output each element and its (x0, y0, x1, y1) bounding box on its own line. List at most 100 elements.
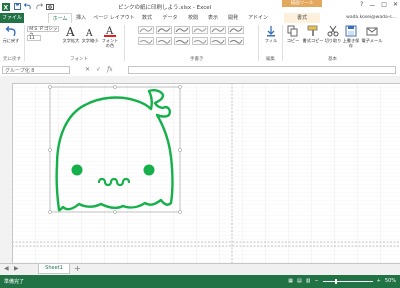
undo-large-button[interactable]: 元に戻す (2, 25, 20, 43)
formula-buttons: ✕ ✓ fx (85, 66, 113, 73)
basic-group-label: 基本 (328, 57, 337, 62)
fill-button[interactable]: フィル (262, 25, 280, 43)
zoom-controls: ▦ ▤ ▥ − + 50% (288, 278, 396, 284)
overwrite-save-button[interactable]: 上書き保存 (342, 25, 360, 48)
resize-handle[interactable] (178, 148, 182, 152)
normal-view-icon[interactable]: ▦ (288, 278, 293, 284)
handwriting-style-3[interactable] (174, 26, 190, 34)
camera-icon[interactable] (46, 3, 54, 11)
window-controls: ? ー □ ✕ (360, 1, 398, 10)
email-button[interactable]: 電子メール (360, 25, 384, 43)
tab-review[interactable]: 校閲 (186, 13, 200, 23)
handwriting-style-2[interactable] (156, 26, 172, 34)
handwriting-style-1[interactable] (138, 26, 154, 34)
add-sheet-button[interactable]: + (74, 264, 81, 273)
font-color-icon: A (104, 25, 116, 37)
page-layout-icon[interactable]: ▤ (297, 278, 302, 284)
column-header[interactable] (0, 76, 400, 84)
group-separator (258, 25, 259, 61)
row-header[interactable] (0, 83, 13, 263)
svg-text:X: X (4, 4, 9, 11)
group-separator (282, 25, 283, 61)
resize-handle[interactable] (48, 148, 52, 152)
zoom-out-button[interactable]: − (314, 278, 318, 284)
save-icon[interactable] (13, 3, 21, 11)
ghost-drawing[interactable] (45, 85, 185, 217)
format-painter-button[interactable]: 書式コピー (302, 25, 324, 43)
undo-large-icon (5, 25, 17, 37)
text-shrink-button[interactable]: A 文字縮小 (81, 25, 99, 43)
text-enlarge-button[interactable]: A 文字拡大 (62, 25, 80, 43)
handwriting-style-6[interactable] (228, 26, 244, 34)
worksheet-grid[interactable] (0, 76, 400, 263)
copy-button[interactable]: コピー (284, 25, 302, 43)
fx-label[interactable]: fx (107, 66, 113, 73)
email-icon (366, 25, 378, 37)
page-break-icon[interactable]: ▥ (306, 278, 311, 284)
sheet-tab-sheet1[interactable]: Sheet1 (38, 264, 70, 274)
text-enlarge-label: 文字拡大 (62, 38, 80, 43)
selection-frame (49, 86, 181, 213)
handwriting-style-12[interactable] (228, 37, 244, 45)
font-size-field[interactable]: 11 (27, 35, 41, 41)
name-box[interactable]: グループ化 8 (2, 66, 70, 74)
tab-data[interactable]: データ (160, 13, 180, 23)
zoom-level[interactable]: 50% (385, 278, 396, 284)
handwriting-style-4[interactable] (192, 26, 208, 34)
excel-logo-icon: X (2, 2, 10, 11)
resize-handle[interactable] (113, 85, 117, 89)
cut-label: 切り取り (324, 38, 342, 43)
minimize-button[interactable]: ー (369, 1, 375, 10)
ribbon: 元に戻す 元に戻す ＭＳ Ｐゴシック 11 A 文字拡大 A 文字縮小 A フォ… (0, 23, 400, 64)
font-color-button[interactable]: A フォントの色 (100, 25, 120, 48)
fill-label: フィル (264, 38, 278, 43)
zoom-in-button[interactable]: + (377, 278, 381, 284)
undo-icon[interactable] (24, 3, 32, 11)
resize-handle[interactable] (113, 210, 117, 214)
redo-icon[interactable] (35, 3, 43, 11)
tab-developer[interactable]: 開発 (226, 13, 240, 23)
resize-handle[interactable] (178, 210, 182, 214)
ghost-left-eye (71, 164, 83, 176)
email-label: 電子メール (361, 38, 383, 43)
group-separator (124, 25, 125, 61)
fill-icon (265, 25, 277, 37)
tab-insert[interactable]: 挿入 (74, 13, 88, 23)
document-title: ピンクの紙に印刷しよう.xlsx - Excel (118, 5, 212, 11)
resize-handle[interactable] (48, 85, 52, 89)
formula-input[interactable] (128, 66, 396, 74)
zoom-slider[interactable] (322, 278, 373, 284)
cut-button[interactable]: 切り取り (324, 25, 342, 43)
quick-access-toolbar: X (2, 1, 54, 12)
sheet-next-icon[interactable]: ▶ (14, 265, 19, 272)
handwriting-style-9[interactable] (174, 37, 190, 45)
handwriting-style-11[interactable] (210, 37, 226, 45)
tab-view[interactable]: 表示 (206, 13, 220, 23)
title-bar: X ピンクの紙に印刷しよう.xlsx - Excel 描画ツール ? ー □ ✕ (0, 0, 400, 13)
handwriting-style-10[interactable] (192, 37, 208, 45)
ghost-mouth (97, 177, 131, 187)
resize-handle[interactable] (48, 210, 52, 214)
close-button[interactable]: ✕ (393, 1, 398, 10)
user-account[interactable]: wada.kosei@wada-s... (346, 13, 396, 23)
handwriting-style-5[interactable] (210, 26, 226, 34)
tab-page-layout[interactable]: ページ レイアウト (92, 13, 136, 23)
help-button[interactable]: ? (360, 1, 363, 10)
drawing-tools-context-label: 描画ツール (282, 0, 322, 7)
text-enlarge-icon: A (65, 25, 77, 37)
font-name-field[interactable]: ＭＳ Ｐゴシック (27, 26, 59, 38)
tab-formulas[interactable]: 数式 (140, 13, 154, 23)
ghost-outline (55, 89, 174, 212)
ghost-right-eye (143, 164, 155, 176)
tab-addins[interactable]: アドイン (246, 13, 270, 23)
format-copy-label: 書式コピー (302, 38, 324, 43)
tab-format[interactable]: 書式 (284, 13, 320, 23)
cancel-icon[interactable]: ✕ (85, 66, 90, 73)
handwriting-style-8[interactable] (156, 37, 172, 45)
maximize-button[interactable]: □ (381, 1, 387, 10)
enter-icon[interactable]: ✓ (96, 66, 101, 73)
sheet-prev-icon[interactable]: ◀ (4, 265, 9, 272)
tab-file[interactable]: ファイル (0, 13, 24, 23)
handwriting-style-7[interactable] (138, 37, 154, 45)
resize-handle[interactable] (178, 85, 182, 89)
